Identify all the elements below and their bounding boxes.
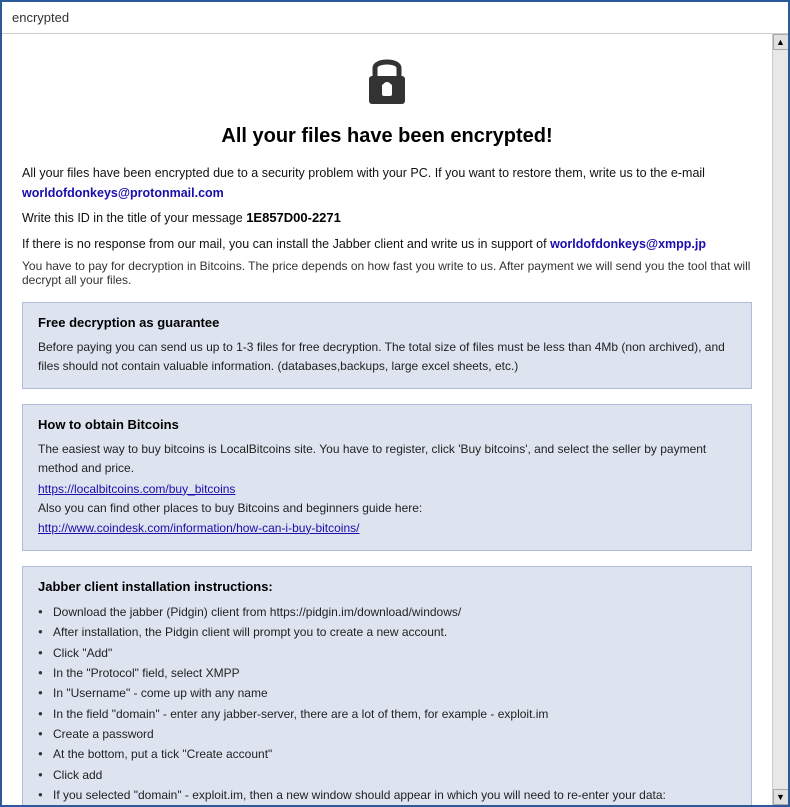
coindesk-link[interactable]: http://www.coindesk.com/information/how-… bbox=[38, 521, 736, 535]
lock-icon bbox=[22, 54, 752, 115]
jabber-bullet-list: Download the jabber (Pidgin) client from… bbox=[38, 602, 736, 805]
jabber-bullet-4: In "Username" - come up with any name bbox=[38, 683, 736, 703]
section-bitcoins-title: How to obtain Bitcoins bbox=[38, 417, 736, 432]
main-window: encrypted All your files have been encry… bbox=[0, 0, 790, 807]
id-highlight: 1E857D00-2271 bbox=[246, 210, 341, 225]
section-free-decryption: Free decryption as guarantee Before payi… bbox=[22, 302, 752, 389]
localbitcoins-link[interactable]: https://localbitcoins.com/buy_bitcoins bbox=[38, 482, 736, 496]
window-title: encrypted bbox=[12, 10, 69, 25]
scrollbar: ▲ ▼ bbox=[772, 34, 788, 805]
main-title: All your files have been encrypted! bbox=[22, 125, 752, 148]
intro-line2: Write this ID in the title of your messa… bbox=[22, 208, 752, 229]
section-free-decryption-title: Free decryption as guarantee bbox=[38, 315, 736, 330]
title-bar: encrypted bbox=[2, 2, 788, 34]
section-jabber: Jabber client installation instructions:… bbox=[22, 566, 752, 805]
scroll-down-button[interactable]: ▼ bbox=[773, 789, 789, 805]
jabber-highlight: worldofdonkeys@xmpp.jp bbox=[550, 237, 706, 251]
section-bitcoins: How to obtain Bitcoins The easiest way t… bbox=[22, 404, 752, 551]
email-highlight: worldofdonkeys@protonmail.com bbox=[22, 186, 224, 200]
jabber-bullet-3: In the "Protocol" field, select XMPP bbox=[38, 663, 736, 683]
intro-line3: If there is no response from our mail, y… bbox=[22, 234, 752, 254]
jabber-bullet-7: At the bottom, put a tick "Create accoun… bbox=[38, 744, 736, 764]
jabber-conditional-bullet: If you selected "domain" - exploit.im, t… bbox=[38, 785, 736, 805]
section-bitcoins-text1: The easiest way to buy bitcoins is Local… bbox=[38, 440, 736, 478]
section-free-decryption-text: Before paying you can send us up to 1-3 … bbox=[38, 338, 736, 376]
intro-line1: All your files have been encrypted due t… bbox=[22, 163, 752, 203]
section-jabber-title: Jabber client installation instructions: bbox=[38, 579, 736, 594]
jabber-bullet-8: Click add bbox=[38, 765, 736, 785]
jabber-bullet-1: After installation, the Pidgin client wi… bbox=[38, 622, 736, 642]
main-content: All your files have been encrypted! All … bbox=[2, 34, 772, 805]
jabber-bullet-5: In the field "domain" - enter any jabber… bbox=[38, 704, 736, 724]
payment-note: You have to pay for decryption in Bitcoi… bbox=[22, 259, 752, 287]
scroll-track[interactable] bbox=[773, 50, 788, 789]
jabber-bullet-0: Download the jabber (Pidgin) client from… bbox=[38, 602, 736, 622]
section-bitcoins-text2: Also you can find other places to buy Bi… bbox=[38, 499, 736, 518]
jabber-bullet-2: Click "Add" bbox=[38, 643, 736, 663]
scroll-up-button[interactable]: ▲ bbox=[773, 34, 789, 50]
jabber-bullet-6: Create a password bbox=[38, 724, 736, 744]
